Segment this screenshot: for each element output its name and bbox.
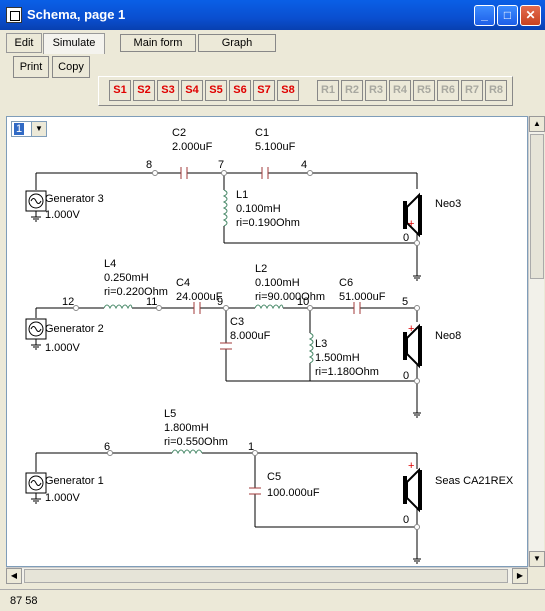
node-label: 8 <box>146 159 152 171</box>
l3-ri: ri=1.180Ohm <box>315 366 379 378</box>
c3-name: C3 <box>230 316 244 328</box>
slot-s2-button[interactable]: S2 <box>133 80 155 101</box>
speaker-neo8-name: Neo8 <box>435 330 461 342</box>
slot-s7-button[interactable]: S7 <box>253 80 275 101</box>
node-label: 0 <box>403 370 409 382</box>
minimize-button[interactable]: _ <box>474 5 495 26</box>
node-label: 5 <box>402 296 408 308</box>
slot-r7-button[interactable]: R7 <box>461 80 483 101</box>
node-label: 1 <box>248 441 254 453</box>
svg-text:+: + <box>408 323 414 335</box>
slot-r3-button[interactable]: R3 <box>365 80 387 101</box>
schematic-diagram: + 8 7 4 0 C2 2.000uF C1 5.100uF L1 0.100… <box>25 127 514 564</box>
scroll-right-icon[interactable]: ▶ <box>512 568 528 584</box>
l1-ri: ri=0.190Ohm <box>236 217 300 229</box>
l4-name: L4 <box>104 258 116 270</box>
c6-value: 51.000uF <box>339 291 386 303</box>
slot-r4-button[interactable]: R4 <box>389 80 411 101</box>
node-label: 6 <box>104 441 110 453</box>
slot-s4-button[interactable]: S4 <box>181 80 203 101</box>
tab-simulate[interactable]: Simulate <box>43 33 105 54</box>
node-label: 12 <box>62 296 74 308</box>
cursor-coordinates: 87 58 <box>10 595 38 607</box>
svg-text:+: + <box>408 218 414 230</box>
l5-value: 1.800mH <box>164 422 209 434</box>
c1-value: 5.100uF <box>255 141 296 153</box>
l2-ri: ri=90.000Ohm <box>255 291 325 303</box>
slot-r1-button[interactable]: R1 <box>317 80 339 101</box>
c6-name: C6 <box>339 277 353 289</box>
l3-value: 1.500mH <box>315 352 360 364</box>
generator-2-name: Generator 2 <box>45 323 104 335</box>
slot-s8-button[interactable]: S8 <box>277 80 299 101</box>
slot-r8-button[interactable]: R8 <box>485 80 507 101</box>
l4-value: 0.250mH <box>104 272 149 284</box>
slot-r6-button[interactable]: R6 <box>437 80 459 101</box>
circuit-3 <box>35 449 418 553</box>
graph-button[interactable]: Graph <box>198 34 276 52</box>
node-label: 0 <box>403 514 409 526</box>
maximize-button[interactable]: □ <box>497 5 518 26</box>
generator-3-value: 1.000V <box>45 209 81 221</box>
slot-r5-button[interactable]: R5 <box>413 80 435 101</box>
horizontal-scrollbar[interactable]: ◀ ▶ <box>6 567 528 584</box>
main-form-button[interactable]: Main form <box>120 34 196 52</box>
l1-name: L1 <box>236 189 248 201</box>
slot-s6-button[interactable]: S6 <box>229 80 251 101</box>
vertical-scrollbar[interactable]: ▲ ▼ <box>528 116 545 567</box>
horizontal-scroll-thumb[interactable] <box>24 569 508 583</box>
slot-r2-button[interactable]: R2 <box>341 80 363 101</box>
chevron-down-icon[interactable]: ▼ <box>31 122 46 136</box>
node-label: 7 <box>218 159 224 171</box>
l2-value: 0.100mH <box>255 277 300 289</box>
page-select-value: 1 <box>14 123 25 135</box>
tab-edit[interactable]: Edit <box>6 33 42 53</box>
scroll-left-icon[interactable]: ◀ <box>6 568 22 584</box>
c2-name: C2 <box>172 127 186 139</box>
c5-name: C5 <box>267 471 281 483</box>
speaker-neo3-name: Neo3 <box>435 198 461 210</box>
scroll-up-icon[interactable]: ▲ <box>529 116 545 132</box>
schematic-canvas[interactable]: + 8 7 4 0 C2 2.000uF C1 5.100uF L1 0.100… <box>6 116 528 567</box>
svg-text:+: + <box>408 460 414 472</box>
c4-value: 24.000uF <box>176 291 223 303</box>
c3-value: 8.000uF <box>230 330 271 342</box>
node-label: 0 <box>403 232 409 244</box>
page-select[interactable]: 1 ▼ <box>11 121 47 137</box>
generator-1-name: Generator 1 <box>45 475 104 487</box>
c5-value: 100.000uF <box>267 487 320 499</box>
c4-name: C4 <box>176 277 190 289</box>
l3-name: L3 <box>315 338 327 350</box>
print-button[interactable]: Print <box>13 56 49 78</box>
app-icon <box>6 7 22 23</box>
generator-1-value: 1.000V <box>45 492 81 504</box>
l2-name: L2 <box>255 263 267 275</box>
slot-s3-button[interactable]: S3 <box>157 80 179 101</box>
circuit-1 <box>35 167 418 270</box>
window-title: Schema, page 1 <box>27 7 126 22</box>
slot-s5-button[interactable]: S5 <box>205 80 227 101</box>
slot-s1-button[interactable]: S1 <box>109 80 131 101</box>
l5-name: L5 <box>164 408 176 420</box>
title-bar: Schema, page 1 _ □ ✕ <box>0 0 545 30</box>
l1-value: 0.100mH <box>236 203 281 215</box>
close-button[interactable]: ✕ <box>520 5 541 26</box>
generator-3-name: Generator 3 <box>45 193 104 205</box>
circuit-2 <box>35 302 418 407</box>
scroll-down-icon[interactable]: ▼ <box>529 551 545 567</box>
c2-value: 2.000uF <box>172 141 213 153</box>
copy-button[interactable]: Copy <box>52 56 90 78</box>
vertical-scroll-thumb[interactable] <box>530 134 544 279</box>
speaker-seas-name: Seas CA21REX <box>435 475 514 487</box>
l5-ri: ri=0.550Ohm <box>164 436 228 448</box>
l4-ri: ri=0.220Ohm <box>104 286 168 298</box>
schema-window: Schema, page 1 _ □ ✕ Edit Simulate Main … <box>0 0 545 611</box>
c1-name: C1 <box>255 127 269 139</box>
status-bar: 87 58 <box>0 589 545 611</box>
generator-2-value: 1.000V <box>45 342 81 354</box>
node-label: 4 <box>301 159 307 171</box>
